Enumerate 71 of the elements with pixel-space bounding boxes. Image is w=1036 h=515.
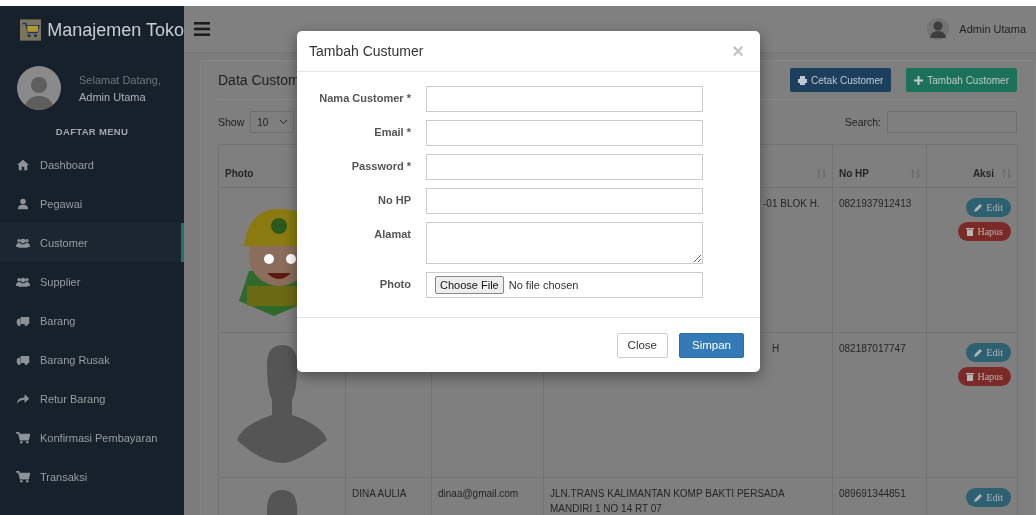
column-header[interactable]: No HP bbox=[832, 144, 927, 188]
home-icon bbox=[16, 158, 30, 171]
table-cell: H bbox=[772, 343, 780, 354]
address-field[interactable] bbox=[426, 222, 703, 264]
trash-icon bbox=[966, 372, 975, 381]
save-button[interactable]: Simpan bbox=[679, 332, 744, 358]
user-name: Admin Utama bbox=[79, 90, 147, 103]
table-cell: JLN.TRANS KALIMANTAN KOMP BAKTI PERSADA MANDIRI 1 NO 14 RT 07 bbox=[550, 488, 785, 514]
field-label: Password * bbox=[350, 159, 411, 172]
users-icon bbox=[16, 236, 30, 249]
table-cell: -01 BLOK H. bbox=[763, 198, 820, 209]
truck-icon bbox=[16, 314, 30, 327]
caret-icon bbox=[280, 120, 288, 124]
pencil-icon bbox=[974, 203, 984, 212]
edit-button[interactable]: Edit bbox=[966, 488, 1011, 507]
column-header[interactable]: Aksi bbox=[926, 144, 1018, 188]
sidebar-item[interactable]: Konfirmasi Pembayaran bbox=[0, 418, 184, 457]
field-label: Email * bbox=[373, 125, 411, 138]
table-cell: 082187017747 bbox=[839, 343, 906, 354]
field-label: Nama Customer * bbox=[318, 91, 411, 104]
choose-file-button[interactable]: Choose File bbox=[435, 276, 504, 294]
users-icon bbox=[16, 275, 30, 288]
sidebar-item[interactable]: Dashboard bbox=[0, 145, 184, 184]
cart-icon bbox=[16, 470, 30, 483]
sidebar-item[interactable]: Retur Barang bbox=[0, 379, 184, 418]
edit-button[interactable]: Edit bbox=[966, 343, 1011, 362]
pencil-icon bbox=[974, 348, 984, 357]
brand-title: Manajemen Toko bbox=[47, 19, 184, 41]
truck-icon bbox=[16, 353, 30, 366]
cart-icon bbox=[16, 431, 30, 444]
input-field[interactable] bbox=[426, 120, 703, 146]
user-avatar-icon bbox=[927, 18, 950, 40]
cart-logo-icon bbox=[20, 17, 42, 43]
sidebar-item[interactable]: Barang Rusak bbox=[0, 340, 184, 379]
input-field[interactable] bbox=[426, 86, 703, 112]
menu-icon[interactable] bbox=[194, 22, 210, 36]
user-avatar bbox=[17, 66, 61, 110]
add-button[interactable]: Tambah Customer bbox=[906, 68, 1017, 92]
edit-button[interactable]: Edit bbox=[966, 198, 1011, 217]
trash-icon bbox=[966, 227, 975, 236]
sidebar-item[interactable]: Supplier bbox=[0, 262, 184, 301]
table-cell: dinaa@gmail.com bbox=[438, 488, 519, 499]
page-size-select[interactable]: 10 bbox=[250, 111, 295, 133]
show-label: Show bbox=[218, 116, 245, 128]
table-cell: DINA AULIA bbox=[352, 488, 407, 499]
close-button[interactable]: Close bbox=[616, 332, 668, 358]
print-button[interactable]: Cetak Customer bbox=[790, 68, 892, 92]
modal-title: Tambah Custumer bbox=[309, 43, 424, 59]
file-status: No file chosen bbox=[508, 279, 579, 291]
menu-heading: DAFTAR MENU bbox=[54, 125, 130, 139]
sidebar-item[interactable]: Customer bbox=[0, 223, 184, 262]
user-icon bbox=[16, 197, 30, 210]
field-label: No HP bbox=[377, 193, 411, 206]
sidebar-item[interactable]: Pegawai bbox=[0, 184, 184, 223]
input-field[interactable] bbox=[426, 154, 703, 180]
greeting-text: Selamat Datang, bbox=[79, 73, 161, 86]
plus-icon bbox=[914, 75, 924, 85]
user-menu[interactable]: Admin Utama bbox=[959, 23, 1026, 35]
pencil-icon bbox=[974, 493, 984, 502]
sidebar-item[interactable]: Transaksi bbox=[0, 457, 184, 496]
file-field[interactable]: Choose File No file chosen bbox=[426, 272, 703, 298]
field-label: Photo bbox=[378, 277, 411, 290]
delete-button[interactable]: Hapus bbox=[958, 222, 1011, 241]
delete-button[interactable]: Hapus bbox=[958, 367, 1011, 386]
search-label: Search: bbox=[844, 116, 881, 128]
input-field[interactable] bbox=[426, 188, 703, 214]
share-arrow-icon bbox=[16, 392, 30, 405]
sidebar-item[interactable]: Barang bbox=[0, 301, 184, 340]
table-cell: 0821937912413 bbox=[839, 198, 912, 209]
field-label: Alamat bbox=[373, 227, 411, 240]
table-cell: 089691344851 bbox=[839, 488, 906, 499]
